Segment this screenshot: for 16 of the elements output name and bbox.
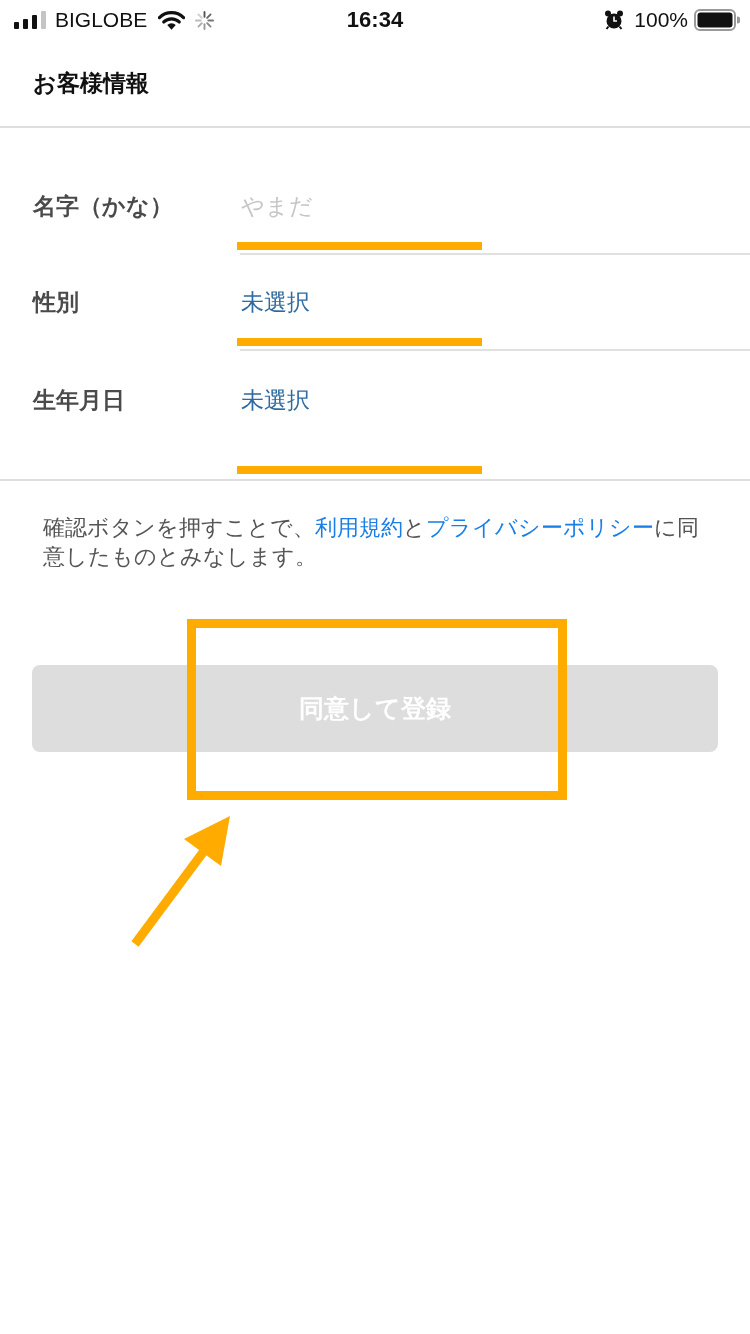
battery-icon (694, 9, 740, 31)
status-time: 16:34 (346, 7, 404, 33)
wifi-icon (158, 10, 186, 30)
text-link[interactable]: 利用規約 (315, 515, 403, 540)
page-title: お客様情報 (33, 69, 149, 98)
carrier-name: BIGLOBE (55, 8, 148, 32)
text-link[interactable]: プライバシーポリシー (426, 515, 654, 540)
select-field[interactable]: 未選択 (240, 384, 750, 479)
alarm-clock-icon (604, 10, 625, 30)
field-label: 名字（かな） (33, 192, 174, 221)
activity-spinner-icon (195, 10, 215, 30)
consent-notice: 確認ボタンを押すことで、利用規約 と プライバシーポリシーに同意したものとみなします。 (42, 514, 700, 571)
field-label: 生年月日 (33, 386, 126, 415)
signal-icon (14, 11, 46, 29)
field-label: 性別 (33, 288, 80, 317)
battery-percentage: 100% (634, 8, 688, 32)
